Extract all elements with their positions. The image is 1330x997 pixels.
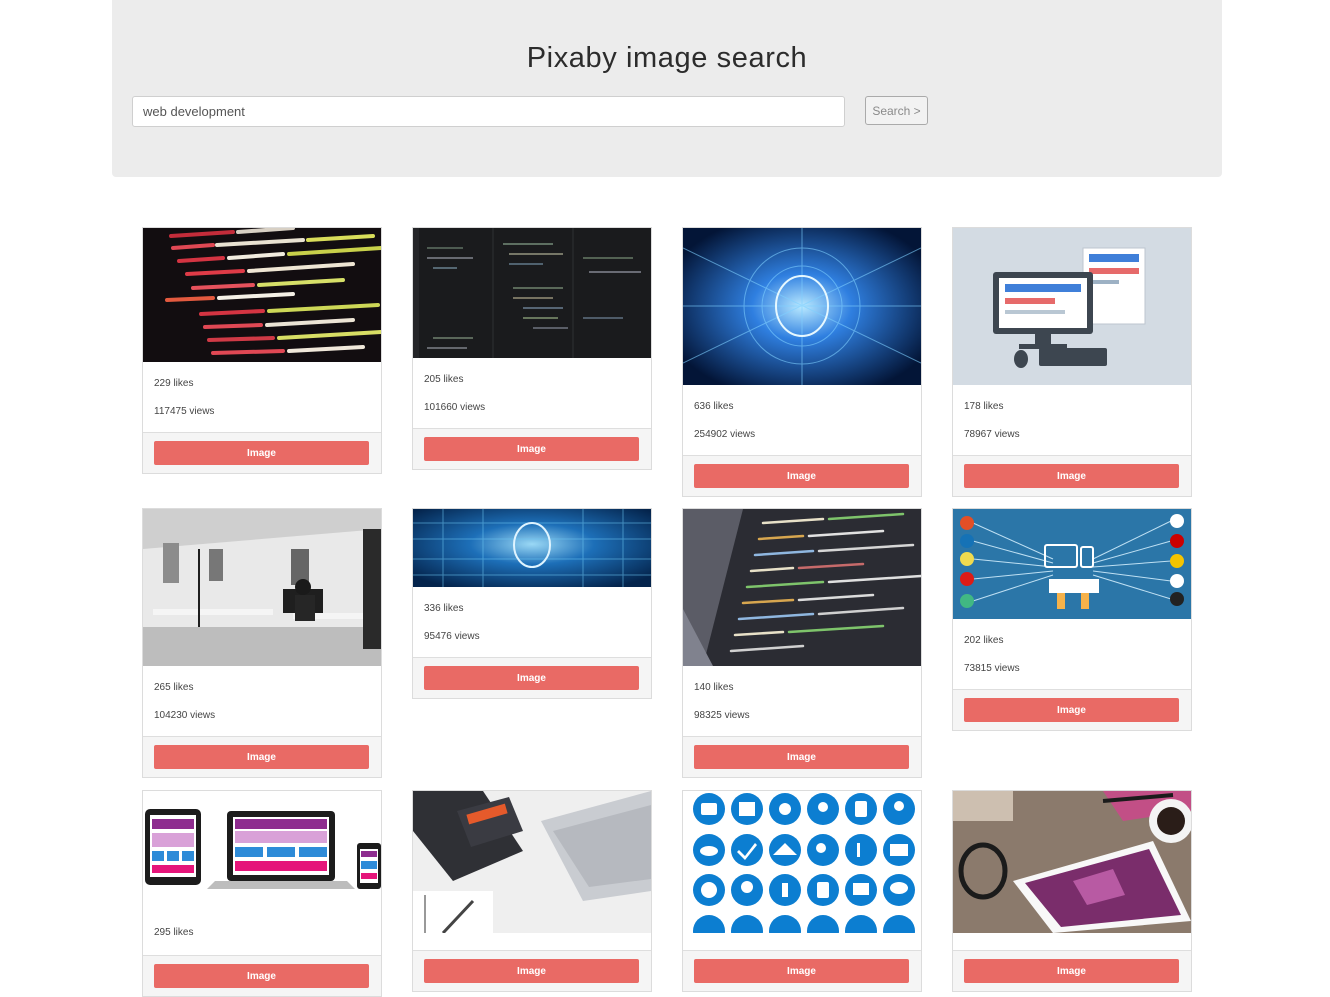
image-thumbnail[interactable]	[953, 228, 1191, 385]
likes-count: 178 likes	[964, 401, 1004, 412]
views-count: 101660 views	[424, 402, 486, 413]
image-thumbnail[interactable]	[413, 509, 651, 587]
image-button[interactable]: Image	[694, 464, 909, 488]
image-button[interactable]: Image	[424, 666, 639, 690]
image-card: 265 likes 104230 views Image	[142, 508, 382, 778]
image-thumbnail[interactable]	[683, 509, 921, 666]
views-count: 254902 views	[694, 429, 756, 440]
views-count: 78967 views	[964, 429, 1020, 440]
likes-count: 636 likes	[694, 401, 734, 412]
image-button[interactable]: Image	[964, 959, 1179, 983]
views-count: 104230 views	[154, 710, 216, 721]
image-button[interactable]: Image	[424, 437, 639, 461]
image-button[interactable]: Image	[154, 964, 369, 988]
views-count: 98325 views	[694, 710, 750, 721]
image-button[interactable]: Image	[154, 441, 369, 465]
image-button[interactable]: Image	[154, 745, 369, 769]
image-card: Image	[682, 790, 922, 992]
views-count: 117475 views	[154, 406, 215, 417]
image-thumbnail[interactable]	[143, 791, 381, 911]
search-header: Pixaby image search Search >	[112, 0, 1222, 177]
image-button[interactable]: Image	[424, 959, 639, 983]
image-card: Image	[412, 790, 652, 992]
search-input[interactable]	[132, 96, 845, 127]
image-button[interactable]: Image	[964, 698, 1179, 722]
image-card: 336 likes 95476 views Image	[412, 508, 652, 699]
image-card: 295 likes Image	[142, 790, 382, 997]
image-button[interactable]: Image	[964, 464, 1179, 488]
page-title: Pixaby image search	[526, 42, 808, 74]
views-count: 73815 views	[964, 663, 1020, 674]
image-thumbnail[interactable]	[683, 791, 921, 933]
image-card: 229 likes 117475 views Image	[142, 227, 382, 474]
image-thumbnail[interactable]	[413, 228, 651, 358]
image-card: 140 likes 98325 views Image	[682, 508, 922, 778]
image-thumbnail[interactable]	[143, 228, 381, 362]
likes-count: 336 likes	[424, 603, 464, 614]
image-thumbnail[interactable]	[683, 228, 921, 385]
likes-count: 265 likes	[154, 682, 194, 693]
image-thumbnail[interactable]	[413, 791, 651, 933]
image-card: Image	[952, 790, 1192, 992]
likes-count: 295 likes	[154, 927, 194, 938]
likes-count: 202 likes	[964, 635, 1004, 646]
image-button[interactable]: Image	[694, 959, 909, 983]
likes-count: 205 likes	[424, 374, 464, 385]
image-card: 636 likes 254902 views Image	[682, 227, 922, 497]
image-thumbnail[interactable]	[143, 509, 381, 666]
image-card: 205 likes 101660 views Image	[412, 227, 652, 470]
image-thumbnail[interactable]	[953, 509, 1191, 619]
search-button[interactable]: Search >	[865, 96, 928, 125]
image-thumbnail[interactable]	[953, 791, 1191, 933]
likes-count: 229 likes	[154, 378, 194, 389]
views-count: 95476 views	[424, 631, 480, 642]
image-card: 178 likes 78967 views Image	[952, 227, 1192, 497]
image-card: 202 likes 73815 views Image	[952, 508, 1192, 731]
image-button[interactable]: Image	[694, 745, 909, 769]
likes-count: 140 likes	[694, 682, 734, 693]
